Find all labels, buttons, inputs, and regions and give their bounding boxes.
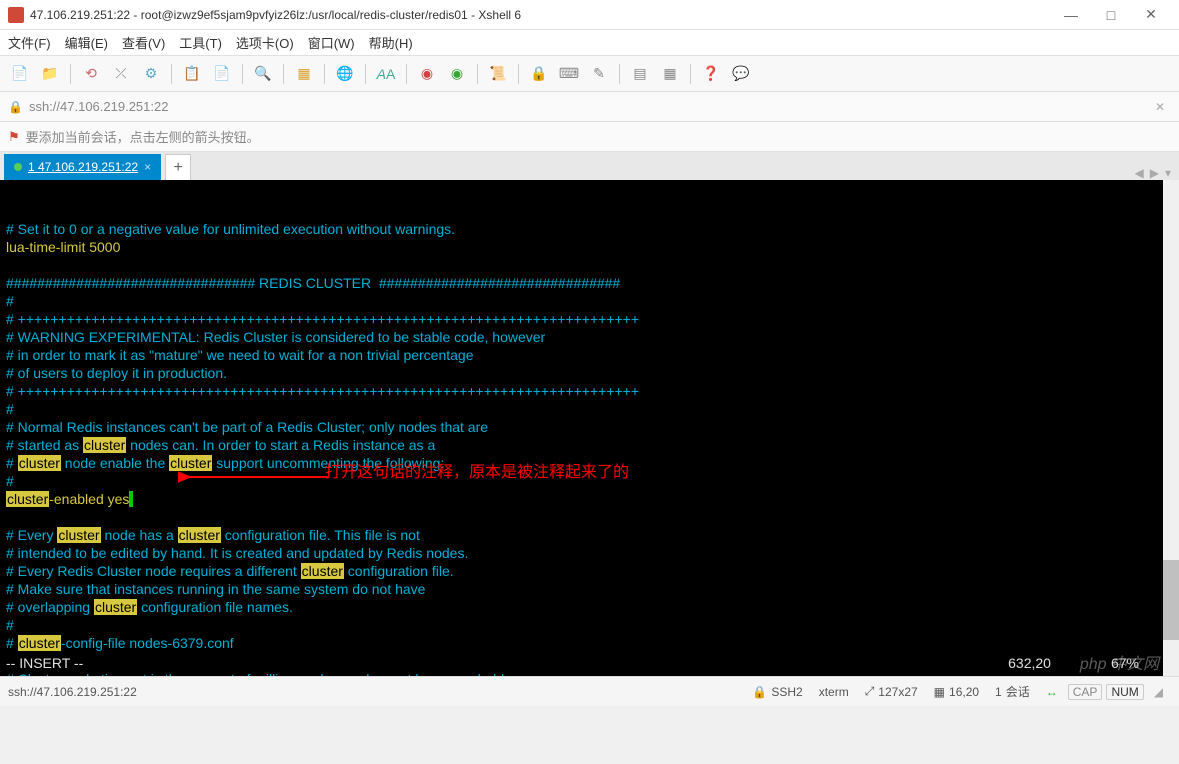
open-icon[interactable]: 📁: [38, 62, 62, 86]
reconnect-icon[interactable]: ⟲: [79, 62, 103, 86]
new-session-icon[interactable]: 📄: [8, 62, 32, 86]
resize-icon: ⤢: [865, 684, 875, 699]
status-cursor: ▦16,20: [926, 685, 987, 699]
find-icon[interactable]: 🔍: [251, 62, 275, 86]
hint-bar: ⚑ 要添加当前会话，点击左侧的箭头按钮。: [0, 122, 1179, 152]
paste-icon[interactable]: 📄: [210, 62, 234, 86]
status-cap: CAP: [1068, 684, 1103, 700]
chat-icon[interactable]: 💬: [729, 62, 753, 86]
menu-help[interactable]: 帮助(H): [369, 33, 413, 52]
compose-icon[interactable]: ✎: [587, 62, 611, 86]
lock-icon: 🔒: [8, 100, 23, 114]
tab-bar: 1 47.106.219.251:22 × + ◀ ▶ ▾: [0, 152, 1179, 180]
vim-mode: -- INSERT --: [6, 654, 83, 672]
menu-window[interactable]: 窗口(W): [308, 33, 355, 52]
separator: [171, 64, 172, 84]
separator: [477, 64, 478, 84]
split-icon[interactable]: ▤: [628, 62, 652, 86]
vim-position: 632,20: [1008, 654, 1051, 672]
tab-prev-icon[interactable]: ◀: [1135, 166, 1144, 180]
xagent-icon[interactable]: ◉: [415, 62, 439, 86]
address-bar: 🔒 ssh://47.106.219.251:22 ✕: [0, 92, 1179, 122]
terminal-content: # Set it to 0 or a negative value for un…: [6, 220, 1173, 676]
tab-menu-icon[interactable]: ▾: [1165, 166, 1171, 180]
tab-label: 1 47.106.219.251:22: [28, 160, 138, 174]
disconnect-icon[interactable]: ⤫: [109, 62, 133, 86]
separator: [619, 64, 620, 84]
separator: [518, 64, 519, 84]
separator: [283, 64, 284, 84]
annotation-text: 打开这句话的注释，原本是被注释起来了的: [325, 464, 629, 482]
tab-close-icon[interactable]: ×: [144, 160, 151, 174]
highlight-icon[interactable]: ▦: [292, 62, 316, 86]
annotation-arrow-icon: [178, 467, 328, 487]
menu-edit[interactable]: 编辑(E): [65, 33, 108, 52]
status-url: ssh://47.106.219.251:22: [8, 685, 744, 699]
separator: [70, 64, 71, 84]
script-icon[interactable]: 📜: [486, 62, 510, 86]
tab-controls: ◀ ▶ ▾: [1135, 166, 1179, 180]
status-sessions: 1会话: [987, 683, 1038, 700]
copy-icon[interactable]: 📋: [180, 62, 204, 86]
toolbar: 📄 📁 ⟲ ⤫ ⚙ 📋 📄 🔍 ▦ 🌐 AA ◉ ◉ 📜 🔒 ⌨ ✎ ▤ ▦ ❓…: [0, 56, 1179, 92]
resize-grip-icon[interactable]: ◢: [1146, 685, 1171, 699]
status-term: xterm: [811, 685, 857, 699]
minimize-button[interactable]: —: [1051, 0, 1091, 30]
menu-file[interactable]: 文件(F): [8, 33, 51, 52]
status-num: NUM: [1106, 684, 1143, 700]
globe-icon[interactable]: 🌐: [333, 62, 357, 86]
menu-view[interactable]: 查看(V): [122, 33, 165, 52]
status-size: ⤢127x27: [857, 684, 926, 699]
titlebar: 47.106.219.251:22 - root@izwz9ef5sjam9pv…: [0, 0, 1179, 30]
vim-mode-line: -- INSERT -- 632,20 67%: [6, 654, 1159, 672]
separator: [406, 64, 407, 84]
tab-add-button[interactable]: +: [165, 154, 191, 180]
separator: [242, 64, 243, 84]
flag-icon[interactable]: ⚑: [8, 129, 20, 145]
xftp-icon[interactable]: ◉: [445, 62, 469, 86]
app-icon: [8, 7, 24, 23]
keyboard-icon[interactable]: ⌨: [557, 62, 581, 86]
menu-tab[interactable]: 选项卡(O): [236, 33, 294, 52]
maximize-button[interactable]: □: [1091, 0, 1131, 30]
grid-icon: ▦: [934, 685, 945, 699]
status-bar: ssh://47.106.219.251:22 🔒SSH2 xterm ⤢127…: [0, 676, 1179, 706]
window-title: 47.106.219.251:22 - root@izwz9ef5sjam9pv…: [30, 8, 1051, 22]
separator: [365, 64, 366, 84]
terminal[interactable]: # Set it to 0 or a negative value for un…: [0, 180, 1179, 676]
tab-next-icon[interactable]: ▶: [1150, 166, 1159, 180]
menu-tools[interactable]: 工具(T): [179, 33, 222, 52]
menubar: 文件(F) 编辑(E) 查看(V) 工具(T) 选项卡(O) 窗口(W) 帮助(…: [0, 30, 1179, 56]
tile-icon[interactable]: ▦: [658, 62, 682, 86]
separator: [324, 64, 325, 84]
separator: [690, 64, 691, 84]
scrollbar-thumb[interactable]: [1163, 560, 1179, 640]
tab-session-1[interactable]: 1 47.106.219.251:22 ×: [4, 154, 161, 180]
close-button[interactable]: ✕: [1131, 0, 1171, 30]
status-connect-icon: ↔: [1038, 685, 1066, 699]
lock-icon: 🔒: [752, 685, 767, 699]
properties-icon[interactable]: ⚙: [139, 62, 163, 86]
lock-icon[interactable]: 🔒: [527, 62, 551, 86]
hint-text: 要添加当前会话，点击左侧的箭头按钮。: [26, 127, 260, 146]
watermark: php 中文网: [1080, 656, 1159, 674]
address-url[interactable]: ssh://47.106.219.251:22: [29, 99, 1149, 114]
help-icon[interactable]: ❓: [699, 62, 723, 86]
status-ssh: 🔒SSH2: [744, 685, 810, 699]
status-dot-icon: [14, 163, 22, 171]
font-icon[interactable]: AA: [374, 62, 398, 86]
address-close-icon[interactable]: ✕: [1149, 100, 1171, 114]
